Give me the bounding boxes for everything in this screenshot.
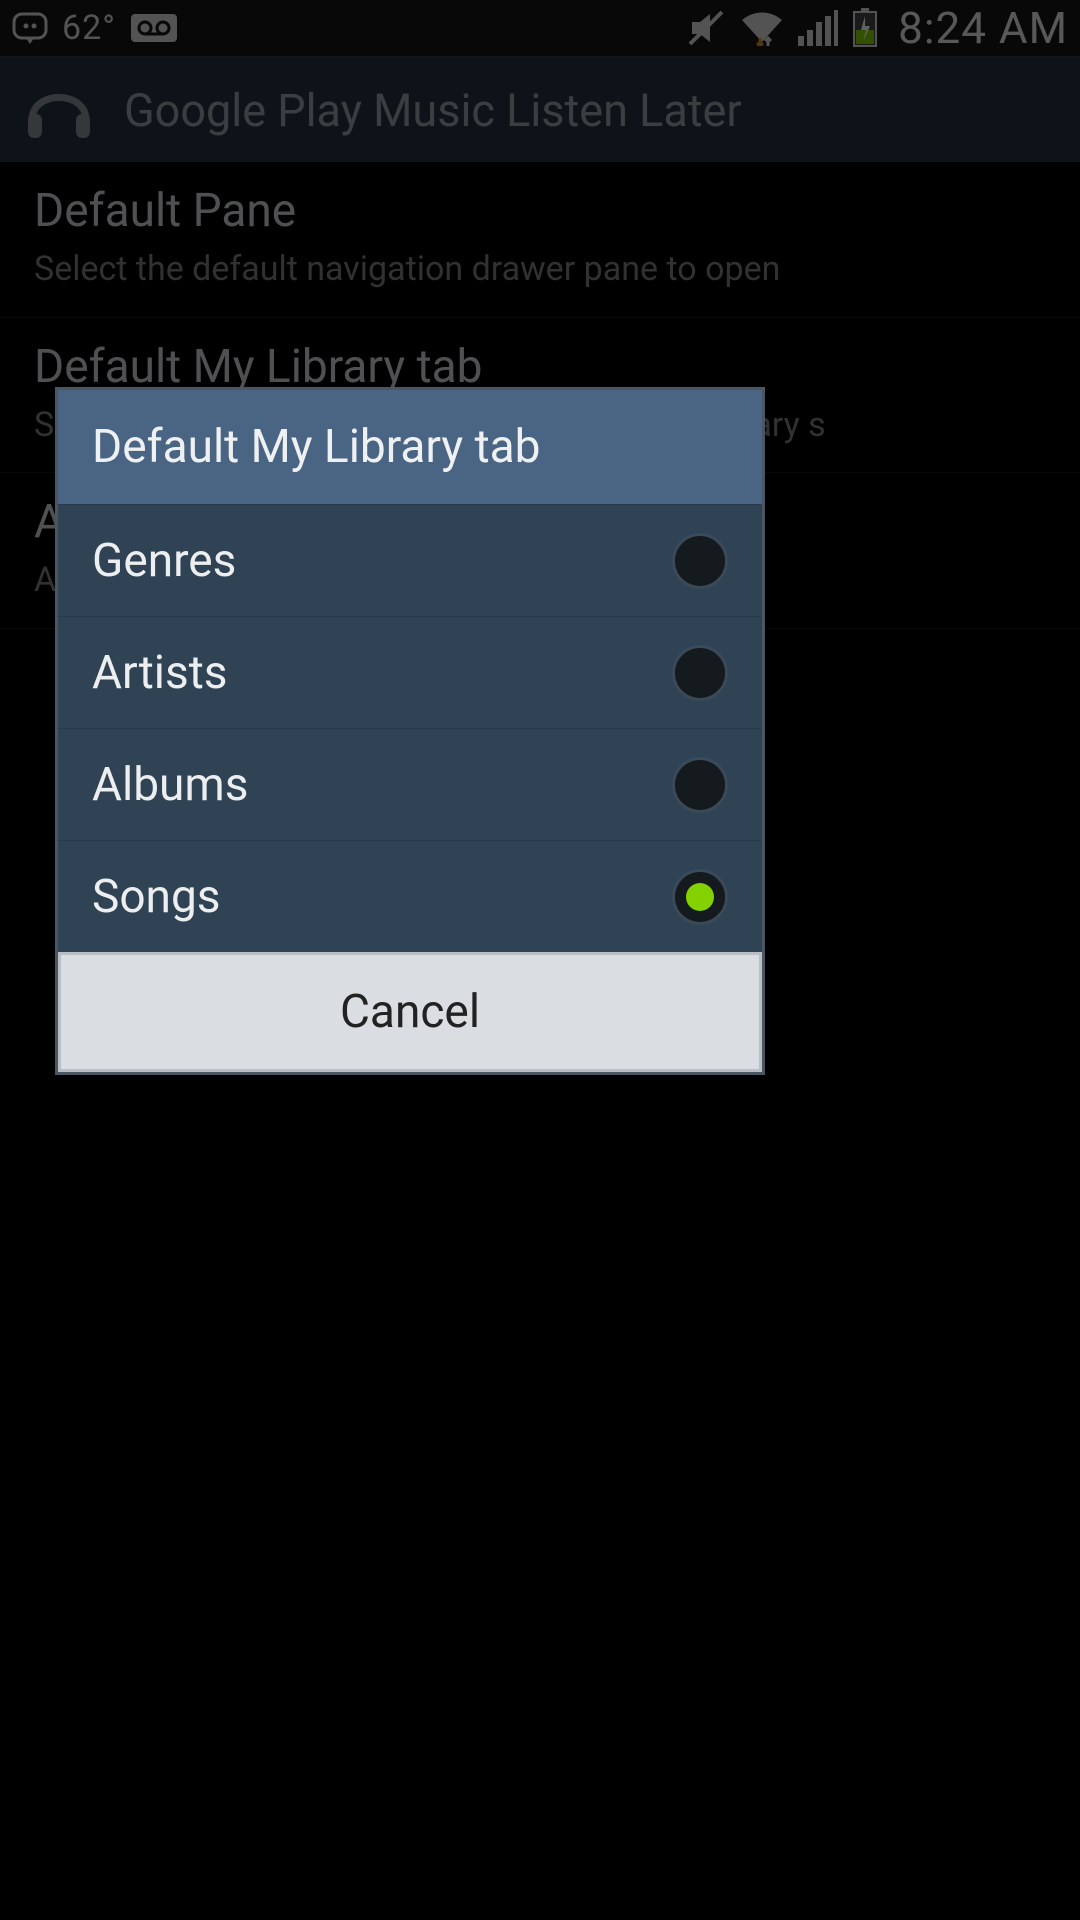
dialog-default-library-tab: Default My Library tab Genres Artists Al… — [58, 390, 762, 1072]
radio-icon — [672, 533, 728, 589]
radio-icon — [672, 757, 728, 813]
option-label: Genres — [92, 534, 236, 588]
radio-icon — [672, 645, 728, 701]
option-artists[interactable]: Artists — [58, 616, 762, 728]
option-label: Albums — [92, 758, 248, 812]
option-label: Songs — [92, 870, 221, 924]
cancel-button[interactable]: Cancel — [58, 952, 762, 1072]
radio-icon-checked — [672, 869, 728, 925]
dialog-title: Default My Library tab — [58, 390, 762, 504]
option-label: Artists — [92, 646, 227, 700]
option-albums[interactable]: Albums — [58, 728, 762, 840]
option-songs[interactable]: Songs — [58, 840, 762, 952]
option-genres[interactable]: Genres — [58, 504, 762, 616]
